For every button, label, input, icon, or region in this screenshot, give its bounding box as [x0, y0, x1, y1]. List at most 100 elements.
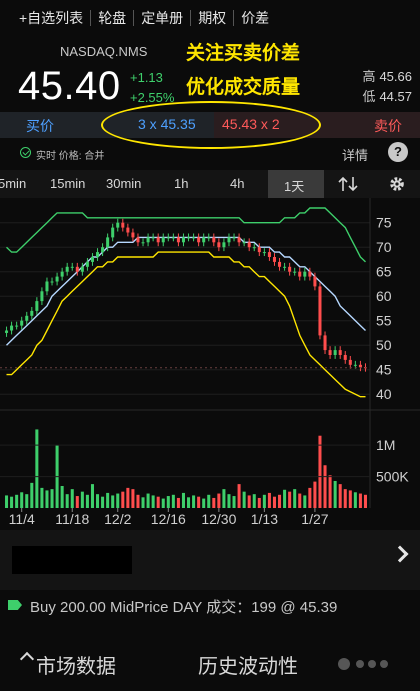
- low-label: 低: [362, 89, 376, 104]
- candle-body: [267, 252, 271, 257]
- volume-bar: [45, 490, 49, 508]
- promo-caption-1: 关注买卖价差: [186, 43, 301, 64]
- volume-bar: [101, 496, 105, 508]
- volume-bar: [80, 491, 84, 508]
- candle-body: [141, 242, 145, 244]
- candle-body: [126, 227, 130, 233]
- candle-body: [85, 261, 89, 267]
- candle-body: [116, 222, 120, 228]
- candle-body: [237, 237, 241, 243]
- candle-body: [293, 271, 297, 273]
- volume-bar: [70, 489, 74, 508]
- volume-bar: [328, 475, 332, 508]
- exchange-symbol: NASDAQ.NMS: [60, 44, 148, 59]
- price-chart[interactable]: 75 70 65 60 55 50 45 40 1M 500K 11/4 11/18 12/2 12/16…: [0, 198, 420, 528]
- timeframe-1d[interactable]: 1天: [284, 176, 304, 195]
- candle-body: [303, 271, 307, 277]
- watermark-logo: [338, 658, 388, 670]
- candle-body: [181, 237, 185, 243]
- nav-watchlist[interactable]: +自选列表: [12, 8, 90, 28]
- volume-bar: [85, 494, 89, 508]
- nav-order-book[interactable]: 定单册: [134, 8, 190, 28]
- chevron-right-icon[interactable]: [391, 545, 409, 563]
- volume-bar: [131, 489, 135, 508]
- volume-bar: [60, 486, 64, 508]
- candle-body: [176, 237, 180, 243]
- quote-header: NASDAQ.NMS 45.40 +1.13 +2.55% 高 45.66 低 44…: [0, 36, 420, 110]
- volume-bar: [25, 494, 29, 508]
- gear-icon[interactable]: [388, 175, 406, 193]
- price-tick-label: 60: [376, 288, 392, 304]
- timeframe-30min[interactable]: 30min: [106, 176, 141, 191]
- candle-body: [166, 237, 170, 239]
- buy-button[interactable]: 买价: [26, 116, 54, 136]
- volume-bar: [222, 489, 226, 508]
- account-bar[interactable]: [0, 530, 420, 590]
- volume-bar: [181, 492, 185, 508]
- price-tick-label: 45: [376, 362, 392, 378]
- candle-body: [252, 247, 256, 249]
- promo-caption-2: 优化成交质量: [186, 77, 301, 98]
- x-tick-label: 11/18: [55, 511, 89, 527]
- candle-body: [222, 242, 226, 248]
- volume-bar: [313, 481, 317, 508]
- volume-bar: [272, 496, 276, 508]
- details-link[interactable]: 详情: [342, 145, 368, 164]
- nav-options[interactable]: 期权: [191, 8, 233, 28]
- redacted-box: [12, 546, 132, 574]
- price-tick-label: 65: [376, 264, 392, 280]
- check-circle-icon: [20, 147, 31, 158]
- volume-bar: [262, 494, 266, 508]
- volume-bar: [252, 494, 256, 508]
- volume-bar: [156, 496, 160, 508]
- volume-bar: [106, 492, 110, 508]
- volume-bar: [267, 492, 271, 508]
- volume-bar: [348, 490, 352, 508]
- volume-bar: [343, 489, 347, 508]
- candle-body: [197, 237, 201, 243]
- nav-spread[interactable]: 价差: [234, 8, 276, 28]
- volume-bar: [136, 494, 140, 508]
- timeframe-5min[interactable]: 5min: [0, 176, 26, 191]
- volume-bar: [126, 487, 130, 508]
- volume-bar: [217, 493, 221, 508]
- volume-bar: [242, 491, 246, 508]
- high-value: 45.66: [379, 69, 412, 84]
- candle-body: [96, 252, 100, 257]
- market-data-tab[interactable]: 市场数据: [36, 650, 116, 679]
- volume-bar: [176, 497, 180, 508]
- timeframe-4h[interactable]: 4h: [230, 176, 244, 191]
- volume-bar: [232, 496, 236, 508]
- x-tick-label: 12/16: [151, 511, 186, 527]
- volume-bar: [5, 495, 9, 508]
- volume-bar: [187, 497, 191, 508]
- candle-body: [202, 237, 206, 243]
- candle-body: [278, 261, 282, 267]
- sell-button[interactable]: 卖价: [374, 116, 402, 136]
- volume-bar: [40, 487, 44, 508]
- volume-bar: [212, 497, 216, 508]
- candle-body: [50, 281, 54, 283]
- sort-arrows-icon[interactable]: [338, 175, 360, 193]
- price-tick-label: 55: [376, 313, 392, 329]
- timeframe-15min[interactable]: 15min: [50, 176, 85, 191]
- candle-body: [25, 315, 29, 321]
- candle-body: [283, 266, 287, 268]
- volume-tick-label: 500K: [376, 469, 409, 485]
- volume-bar: [283, 489, 287, 508]
- order-status-row[interactable]: Buy 200.00 MidPrice DAY 成交：199 @ 45.39: [0, 592, 420, 620]
- candle-body: [242, 242, 246, 244]
- volume-bar: [171, 494, 175, 508]
- timeframe-1h[interactable]: 1h: [174, 176, 188, 191]
- historical-volatility-tab[interactable]: 历史波动性: [198, 650, 298, 679]
- candle-body: [313, 276, 317, 287]
- candle-body: [20, 320, 24, 326]
- x-tick-label: 1/13: [251, 511, 278, 527]
- candle-body: [227, 237, 231, 243]
- volume-bar: [35, 429, 39, 508]
- nav-roulette[interactable]: 轮盘: [91, 8, 133, 28]
- last-price: 45.40: [18, 64, 121, 108]
- volume-bar: [303, 495, 307, 508]
- volume-bar: [358, 493, 362, 508]
- help-icon[interactable]: ?: [388, 142, 408, 162]
